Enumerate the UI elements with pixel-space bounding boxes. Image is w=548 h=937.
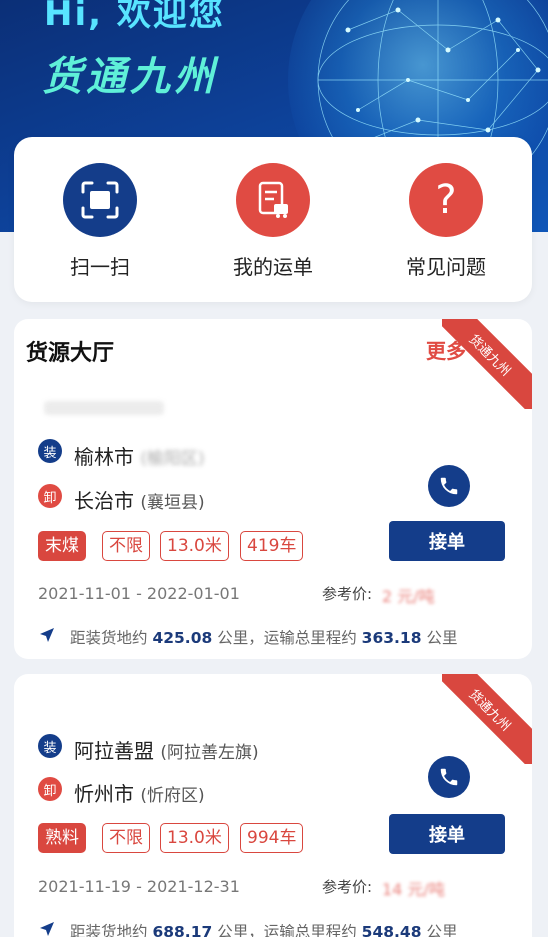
load-city: 榆林市 [74,445,134,469]
scan-icon [63,163,137,237]
phone-icon [440,768,458,786]
accept-order-button[interactable]: 接单 [389,814,505,854]
trucks-tag: 994车 [240,823,304,853]
call-button[interactable] [428,465,470,507]
scan-button[interactable]: 扫一扫 [40,163,160,280]
ribbon-label: 货通九州 [465,331,514,380]
limit-tag: 不限 [102,531,150,561]
distance-info: 距装货地约 688.17 公里，运输总里程约 548.48 公里 [70,923,458,937]
load-badge: 装 [38,439,62,463]
unload-city: 忻州市 [74,782,134,806]
brand-ribbon: 货通九州 [442,674,532,764]
brand-ribbon: 货通九州 [442,319,532,409]
load-badge: 装 [38,734,62,758]
cargo-type-tag: 熟料 [38,823,86,853]
scan-label: 扫一扫 [70,255,130,279]
order-note-blurred [44,401,164,415]
date-range: 2021-11-01 - 2022-01-01 [38,584,240,603]
length-tag: 13.0米 [160,823,229,853]
greeting-text: Hi, 欢迎您 [44,0,225,34]
brand-title: 货通九州 [42,54,218,100]
question-icon: ? [409,163,483,237]
unload-badge: 卸 [38,484,62,508]
length-tag: 13.0米 [160,531,229,561]
navigation-icon [40,628,54,642]
load-location: 阿拉善盟 (阿拉善左旗) [74,735,259,764]
waybill-icon [236,163,310,237]
limit-tag: 不限 [102,823,150,853]
unload-location: 忻州市 (忻府区) [74,778,205,807]
unload-district: (忻府区) [140,786,205,806]
faq-button[interactable]: ? 常见问题 [386,163,506,280]
call-button[interactable] [428,756,470,798]
unload-district: (襄垣县) [140,493,205,513]
ref-price-label: 参考价: [322,585,373,603]
navigation-icon [40,922,54,936]
load-district: (阿拉善左旗) [160,743,259,763]
section-title: 货源大厅 [26,341,115,366]
ref-price-value: 14 元/吨 [382,880,445,899]
unload-location: 长治市 (襄垣县) [74,485,205,514]
phone-icon [440,477,458,495]
distance-info: 距装货地约 425.08 公里，运输总里程约 363.18 公里 [70,629,458,647]
trucks-tag: 419车 [240,531,304,561]
date-range: 2021-11-19 - 2021-12-31 [38,877,240,896]
unload-badge: 卸 [38,777,62,801]
ribbon-label: 货通九州 [465,686,514,735]
load-city: 阿拉善盟 [74,739,154,763]
ref-price-label: 参考价: [322,878,373,896]
quick-actions-card: 扫一扫 我的运单 ? 常见问题 [14,137,532,302]
cargo-hall-section: 货源大厅 更多 货通九州 装 榆林市 (榆阳区) 卸 长治市 (襄垣县) 末煤 … [14,319,532,659]
faq-label: 常见问题 [406,255,486,279]
ref-price-value: 2 元/吨 [382,587,435,606]
my-waybill-button[interactable]: 我的运单 [213,163,333,280]
load-district: (榆阳区) [140,449,205,469]
unload-city: 长治市 [74,489,134,513]
accept-order-button[interactable]: 接单 [389,521,505,561]
cargo-order-card: 货通九州 装 阿拉善盟 (阿拉善左旗) 卸 忻州市 (忻府区) 熟料 不限 13… [14,674,532,937]
load-location: 榆林市 (榆阳区) [74,441,205,470]
cargo-type-tag: 末煤 [38,531,86,561]
waybill-label: 我的运单 [233,255,313,279]
